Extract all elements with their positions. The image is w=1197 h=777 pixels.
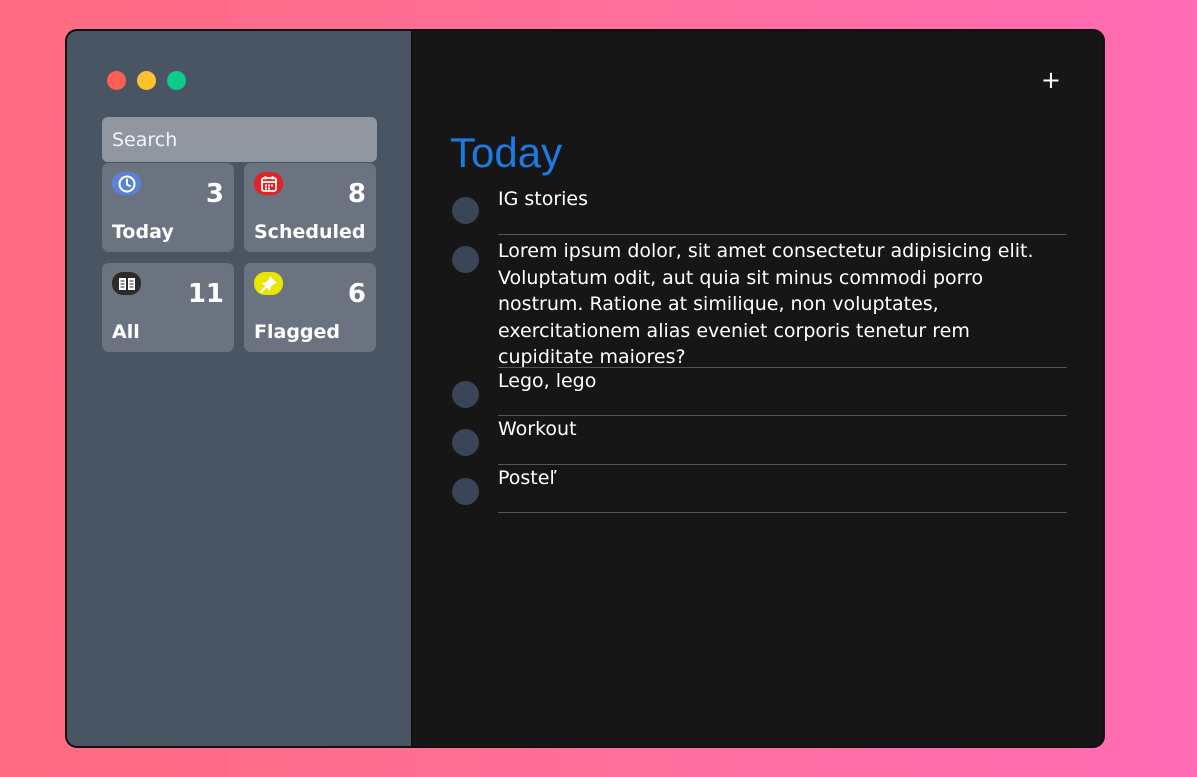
tile-scheduled[interactable]: 8 Scheduled (244, 163, 376, 252)
tile-label: Scheduled (254, 221, 366, 243)
reminder-text[interactable]: Workout (498, 416, 1067, 465)
app-window: 3 Today 8 Scheduled (65, 29, 1105, 748)
list-item: Lorem ipsum dolor, sit amet consectetur … (450, 234, 1067, 368)
close-window-button[interactable] (107, 71, 126, 90)
complete-checkbox[interactable] (452, 478, 479, 505)
add-reminder-button[interactable]: + (1041, 65, 1061, 95)
tile-count: 11 (187, 279, 224, 309)
search-input[interactable] (102, 117, 377, 162)
complete-checkbox[interactable] (452, 246, 479, 273)
tile-flagged[interactable]: 6 Flagged (244, 263, 376, 352)
complete-checkbox[interactable] (452, 429, 479, 456)
reminder-text[interactable]: Lego, lego (498, 368, 1067, 416)
sidebar: 3 Today 8 Scheduled (67, 31, 413, 746)
complete-checkbox[interactable] (452, 381, 479, 408)
clock-icon (112, 172, 141, 195)
inbox-icon (112, 272, 141, 295)
tile-all[interactable]: 11 All (102, 263, 234, 352)
tile-count: 3 (205, 179, 224, 209)
list-item: Posteľ (450, 465, 1067, 513)
tile-count: 8 (347, 179, 366, 209)
reminder-text[interactable]: Lorem ipsum dolor, sit amet consectetur … (498, 234, 1067, 368)
tile-label: Flagged (254, 321, 341, 343)
reminder-list: IG stories Lorem ipsum dolor, sit amet c… (450, 186, 1067, 513)
list-item: IG stories (450, 186, 1067, 235)
tile-label: Today (112, 221, 174, 243)
tile-today[interactable]: 3 Today (102, 163, 234, 252)
maximize-window-button[interactable] (167, 71, 186, 90)
page-title: Today (450, 129, 563, 176)
reminder-text[interactable]: Posteľ (498, 465, 1067, 513)
calendar-icon (254, 172, 283, 195)
reminder-text[interactable]: IG stories (498, 186, 1067, 235)
window-controls (107, 71, 186, 90)
main-panel: + Today IG stories Lorem ipsum dolor, si… (413, 31, 1103, 746)
list-item: Workout (450, 416, 1067, 465)
tile-label: All (112, 321, 140, 343)
pin-icon (254, 272, 283, 295)
minimize-window-button[interactable] (137, 71, 156, 90)
list-item: Lego, lego (450, 368, 1067, 416)
tile-count: 6 (347, 279, 366, 309)
complete-checkbox[interactable] (452, 197, 479, 224)
